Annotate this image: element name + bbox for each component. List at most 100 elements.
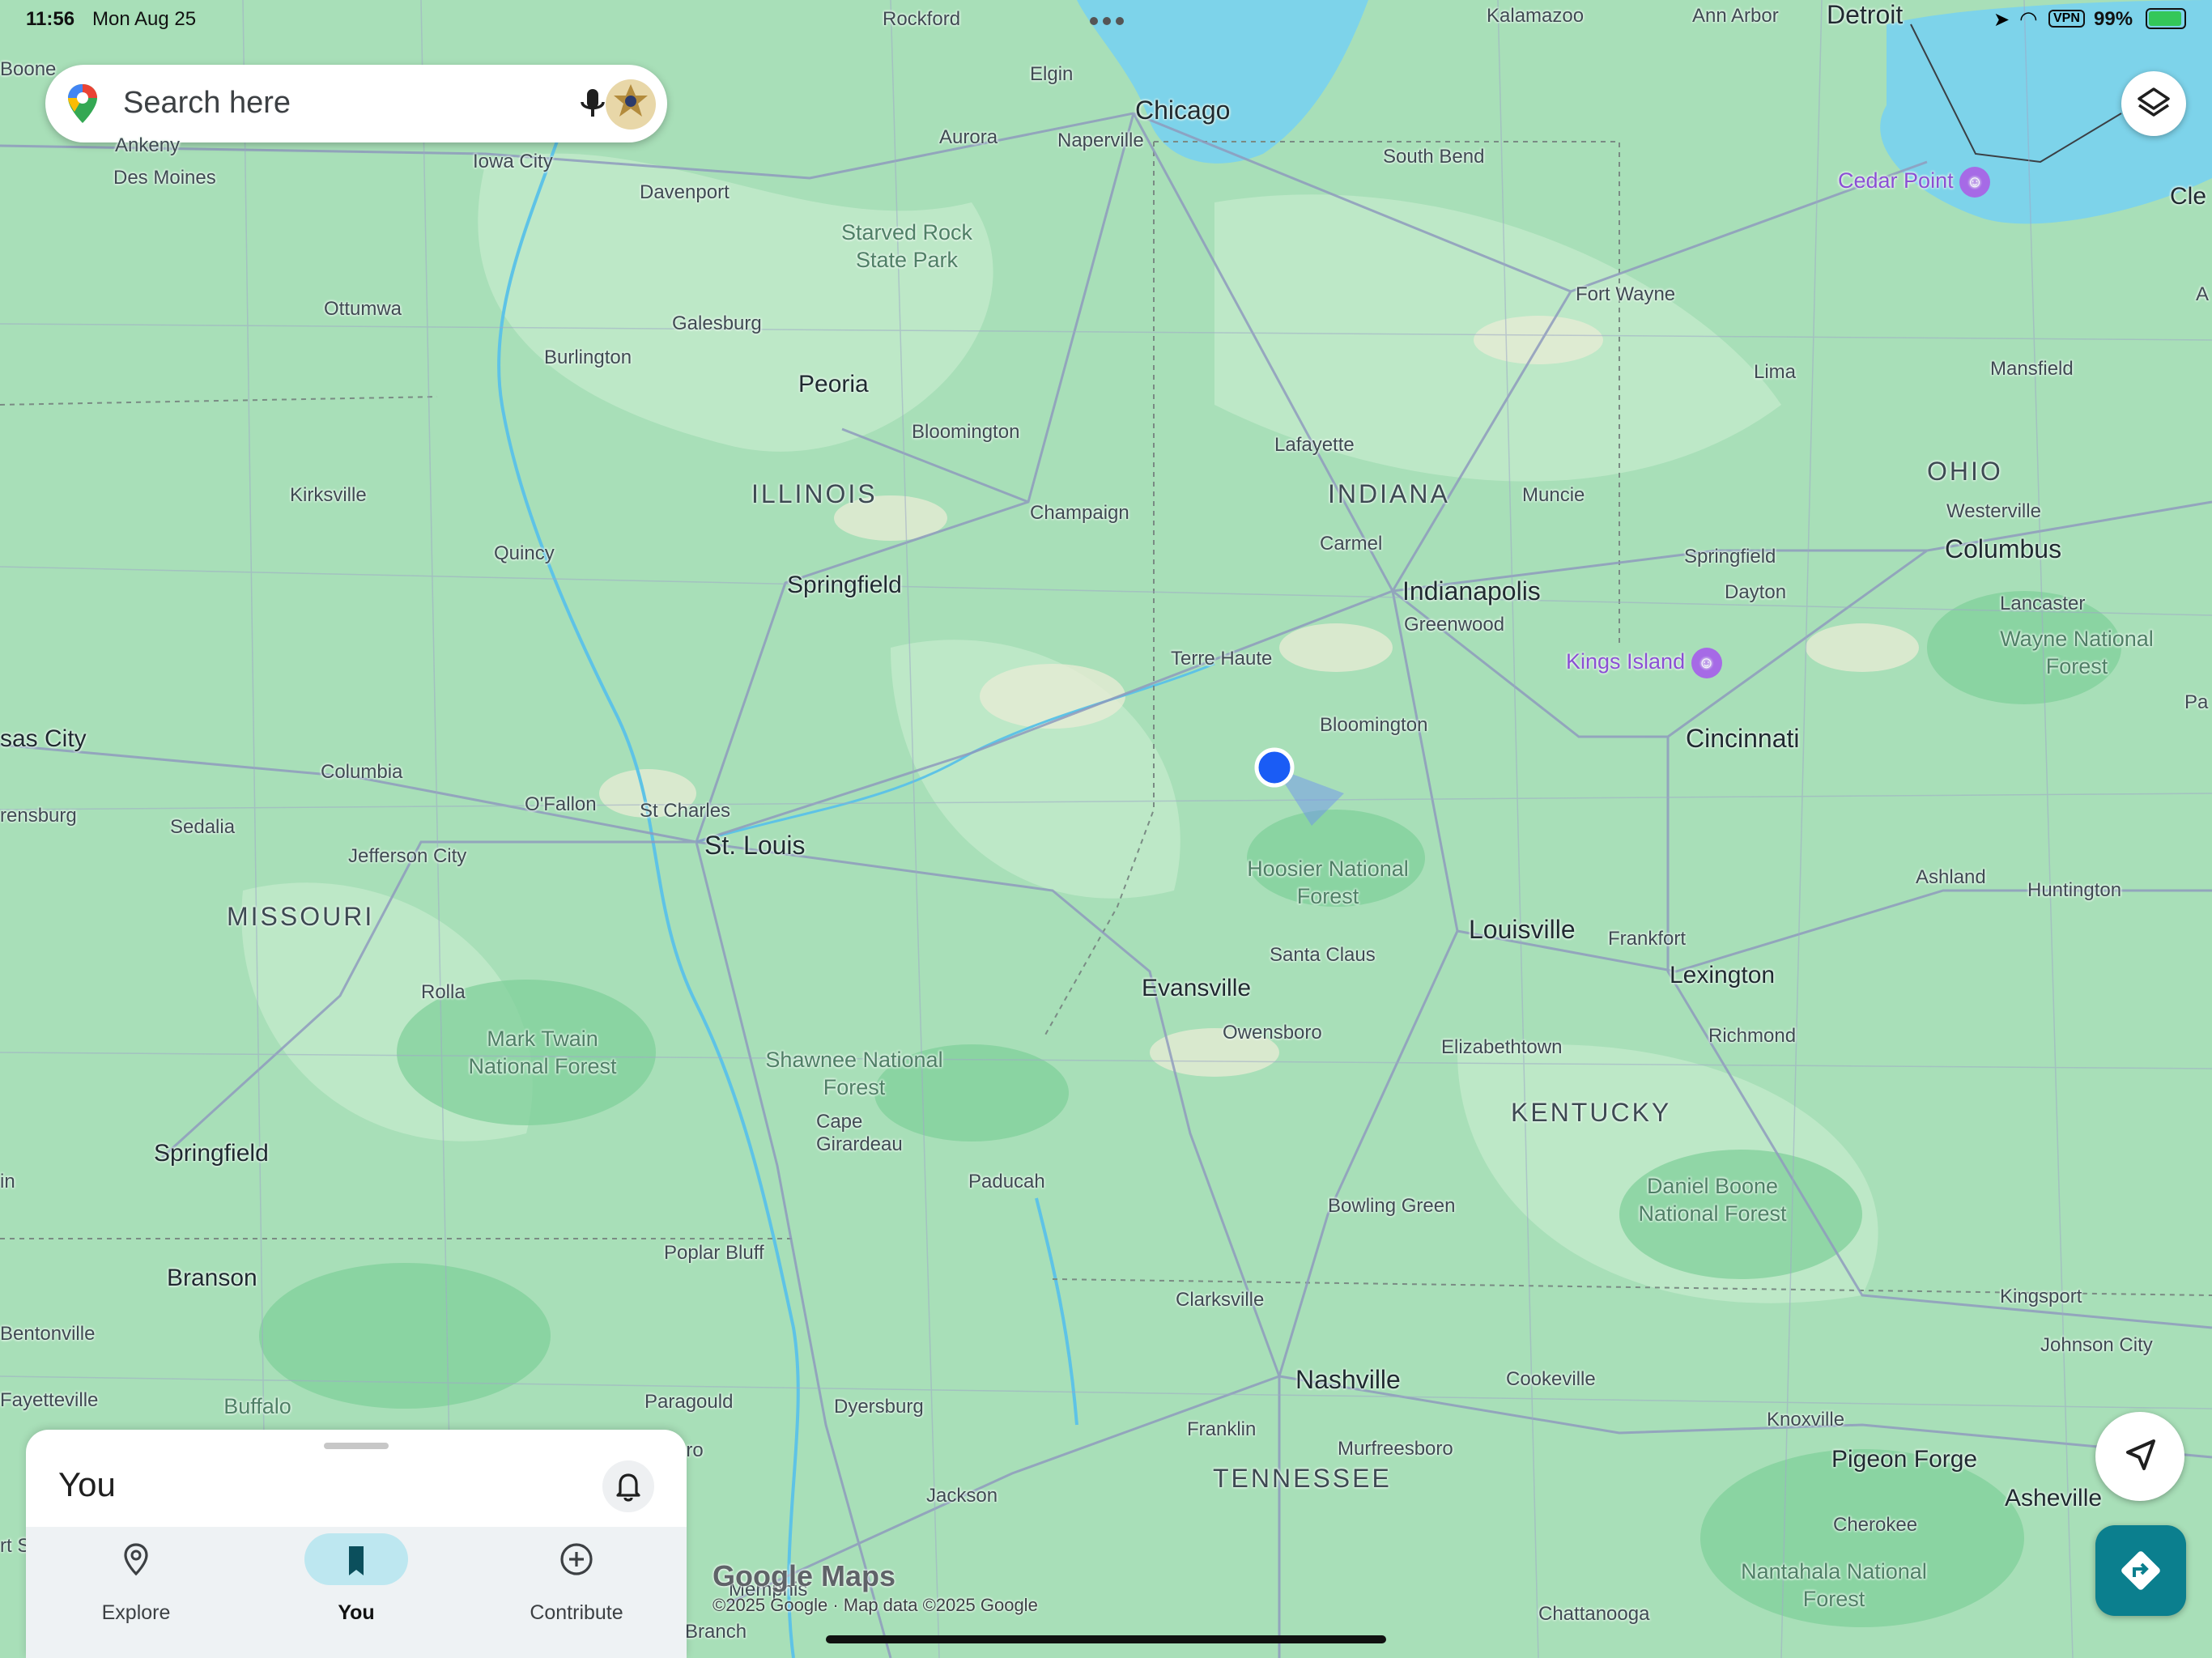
map-label-city[interactable]: Springfield [1684,546,1776,568]
map-label-chicago[interactable]: Chicago [1135,96,1230,125]
map-label-city[interactable]: Rockford [883,8,960,31]
map-label-city[interactable]: Ankeny [115,134,180,157]
map-label-city[interactable]: Carmel [1320,533,1382,555]
nav-explore[interactable]: Explore [26,1527,246,1658]
map-label-city[interactable]: Aurora [939,126,998,149]
map-label-city[interactable]: Bowling Green [1328,1195,1455,1218]
map-label-city[interactable]: Frankfort [1608,928,1686,950]
map-label-city[interactable]: Lexington [1670,962,1775,989]
you-bottom-sheet[interactable]: You Explore You Contribute [26,1430,687,1658]
map-label-city[interactable]: Asheville [2005,1485,2102,1512]
map-label-city[interactable]: Bentonville [0,1323,95,1346]
map-label-city[interactable]: Evansville [1142,975,1251,1002]
map-label-city[interactable]: Fayetteville [0,1389,98,1412]
map-label-park[interactable]: Hoosier National Forest [1239,855,1417,910]
map-label-city[interactable]: Springfield [154,1140,269,1167]
map-label-city[interactable]: Naperville [1057,130,1144,152]
map-label-indianapolis[interactable]: Indianapolis [1402,576,1541,606]
map-label-city[interactable]: Poplar Bluff [664,1242,764,1265]
map-label-city[interactable]: Johnson City [2040,1334,2153,1357]
map-label-city[interactable]: Ottumwa [324,298,402,321]
nav-you[interactable]: You [246,1527,466,1658]
search-input[interactable]: Search here [123,86,291,121]
map-label-city[interactable]: Dyersburg [834,1396,924,1418]
map-label-city[interactable]: Elizabethtown [1441,1036,1562,1059]
map-label-city[interactable]: Franklin [1187,1418,1256,1441]
notifications-button[interactable] [602,1460,654,1512]
map-label-city[interactable]: Springfield [787,572,902,599]
map-label-city[interactable]: Fort Wayne [1576,283,1675,306]
map-label-city[interactable]: Chattanooga [1538,1603,1649,1626]
map-label-city[interactable]: St Charles [640,800,730,823]
map-label-city[interactable]: Quincy [494,542,555,565]
map-label-city[interactable]: Elgin [1030,63,1073,86]
map-poi-cedar-point[interactable]: Cedar Point ☺ [1838,167,1991,198]
map-label-city[interactable]: Ann Arbor [1692,5,1779,28]
map-label-city[interactable]: Galesburg [672,312,762,335]
map-label-city[interactable]: Cookeville [1506,1368,1596,1391]
map-label-city[interactable]: Muncie [1522,484,1585,507]
map-label-city[interactable]: Knoxville [1767,1409,1844,1431]
map-label-city[interactable]: Kalamazoo [1487,5,1584,28]
map-label-city[interactable]: Des Moines [113,167,216,189]
map-label-city[interactable]: Davenport [640,181,730,204]
map-label-city[interactable]: Ashland [1916,866,1986,889]
map-label-park[interactable]: Nantahala National Forest [1741,1558,1927,1613]
map-label-city[interactable]: Bloomington [1320,714,1427,737]
profile-avatar[interactable] [606,79,656,130]
home-indicator[interactable] [826,1635,1386,1643]
map-label-st-louis[interactable]: St. Louis [704,831,806,861]
map-label-city[interactable]: Paragould [644,1391,733,1414]
map-poi-kings-island[interactable]: Kings Island ☺ [1566,648,1722,678]
search-bar[interactable]: Search here [45,65,667,142]
map-canvas[interactable] [0,0,2212,1658]
multitask-dots-icon[interactable] [1090,15,1142,25]
map-label-park[interactable]: Starved Rock State Park [818,219,996,274]
map-label-city[interactable]: Greenwood [1404,614,1504,636]
map-label-city[interactable]: Jefferson City [348,845,466,868]
map-label-city[interactable]: South Bend [1383,146,1484,168]
map-label-park[interactable]: Shawnee National Forest [761,1046,947,1101]
directions-button[interactable] [2095,1525,2186,1616]
map-label-city[interactable]: Branch [685,1621,747,1643]
sheet-drag-handle[interactable] [324,1443,389,1449]
map-label-city[interactable]: Clarksville [1176,1289,1264,1312]
map-label-city[interactable]: Paducah [968,1171,1045,1193]
map-label-city[interactable]: Burlington [544,346,632,369]
map-label-city[interactable]: Huntington [2027,879,2121,902]
map-label-city[interactable]: Iowa City [473,151,553,173]
map-label-city[interactable]: Kingsport [2000,1286,2082,1308]
map-label-city[interactable]: Boone [0,58,56,81]
map-label-city[interactable]: Kirksville [290,484,367,507]
map-label-city[interactable]: Champaign [1030,502,1129,525]
map-label-city[interactable]: Santa Claus [1270,944,1376,967]
map-label-city[interactable]: Branson [167,1265,257,1292]
map-label-park[interactable]: Mark Twain National Forest [453,1025,632,1080]
map-label-park[interactable]: Daniel Boone National Forest [1619,1172,1806,1227]
map-label-city[interactable]: Westerville [1946,500,2041,523]
map-label-detroit[interactable]: Detroit [1827,0,1903,30]
map-label-city[interactable]: O'Fallon [525,793,597,816]
map-label-city[interactable]: Bloomington [912,421,1019,444]
map-label-city[interactable]: Lima [1754,361,1796,384]
map-label-park[interactable]: Wayne National Forest [1992,625,2162,680]
map-label-city[interactable]: Owensboro [1223,1022,1322,1044]
map-label-city[interactable]: Cherokee [1833,1514,1917,1537]
map-label-nashville[interactable]: Nashville [1295,1365,1401,1395]
map-label-cincinnati[interactable]: Cincinnati [1686,724,1800,754]
map-label-city[interactable]: Dayton [1725,581,1786,604]
map-label-city[interactable]: Murfreesboro [1338,1438,1453,1460]
map-label-columbus[interactable]: Columbus [1945,534,2061,564]
map-label-city[interactable]: Richmond [1708,1025,1796,1048]
map-label-louisville[interactable]: Louisville [1469,915,1576,945]
map-label-city[interactable]: Mansfield [1990,358,2074,380]
map-label-city[interactable]: Rolla [421,981,466,1004]
map-label-city[interactable]: Jackson [926,1485,998,1507]
nav-contribute[interactable]: Contribute [466,1527,687,1658]
layers-button[interactable] [2121,71,2186,136]
map-label-city[interactable]: Sedalia [170,816,235,839]
map-label-city[interactable]: Cape Girardeau [816,1111,903,1156]
map-label-city[interactable]: Lancaster [2000,593,2085,615]
recenter-location-button[interactable] [2095,1412,2184,1501]
map-label-city[interactable]: Peoria [798,371,869,398]
